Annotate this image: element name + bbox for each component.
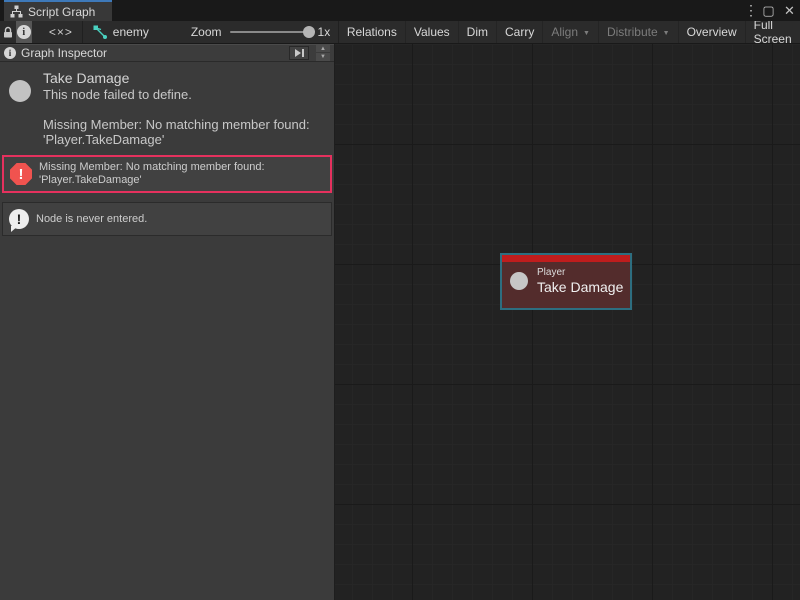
- dock-icon: [293, 48, 305, 58]
- graph-inspector-header: i Graph Inspector ▲ ▼: [0, 44, 334, 62]
- graph-toolbar: i <×> enemy Zoom 1x: [0, 21, 800, 44]
- panel-spinner: ▲ ▼: [316, 45, 330, 61]
- tab-title: Script Graph: [28, 5, 95, 19]
- tab-bar: Script Graph ⋮ ▢ ✕: [0, 0, 800, 21]
- error-message-line2: 'Player.TakeDamage': [39, 174, 265, 187]
- node-port-icon[interactable]: [510, 272, 528, 290]
- graph-name-label: enemy: [113, 25, 149, 39]
- warning-message-box: ! Node is never entered.: [2, 202, 332, 236]
- script-graph-window: Script Graph ⋮ ▢ ✕ i <×>: [0, 0, 800, 600]
- lock-button[interactable]: [0, 21, 16, 43]
- node-port-icon: [9, 80, 31, 102]
- distribute-dropdown[interactable]: Distribute ▼: [599, 21, 679, 43]
- graph-inspector-title: Graph Inspector: [21, 46, 284, 60]
- error-icon: !: [10, 163, 32, 185]
- error-message-line1: Missing Member: No matching member found…: [39, 161, 265, 174]
- graph-hierarchy-icon: [10, 5, 23, 18]
- take-damage-node[interactable]: Player Take Damage: [500, 253, 632, 310]
- dim-button[interactable]: Dim: [459, 21, 497, 43]
- spinner-up-button[interactable]: ▲: [316, 45, 330, 53]
- preview-code-button[interactable]: <×>: [40, 21, 82, 43]
- info-icon: i: [4, 47, 16, 59]
- dock-panel-button[interactable]: [289, 46, 309, 60]
- maximize-icon[interactable]: ▢: [760, 0, 777, 21]
- node-error-strip: [502, 255, 630, 262]
- graph-reference[interactable]: enemy: [83, 21, 159, 43]
- chevron-down-icon: ▼: [663, 30, 670, 37]
- code-icon: <×>: [49, 25, 73, 39]
- chevron-down-icon: ▼: [583, 30, 590, 37]
- info-icon: i: [17, 25, 31, 39]
- align-dropdown[interactable]: Align ▼: [543, 21, 599, 43]
- node-title-label: Take Damage: [537, 279, 623, 296]
- inspected-node-subtitle: This node failed to define.: [43, 87, 192, 103]
- close-icon[interactable]: ✕: [781, 0, 798, 21]
- graph-inspector-panel: i Graph Inspector ▲ ▼: [0, 44, 335, 600]
- zoom-value: 1x: [318, 25, 331, 39]
- overview-button[interactable]: Overview: [679, 21, 746, 43]
- carry-button[interactable]: Carry: [497, 21, 543, 43]
- zoom-control: Zoom 1x: [183, 21, 338, 43]
- graph-canvas[interactable]: Player Take Damage: [335, 44, 800, 600]
- tab-script-graph[interactable]: Script Graph: [4, 0, 112, 21]
- window-menu-icon[interactable]: ⋮: [744, 0, 756, 21]
- values-button[interactable]: Values: [406, 21, 459, 43]
- inspected-node-header: Take Damage This node failed to define.: [0, 62, 334, 103]
- inspected-node-title: Take Damage: [43, 70, 192, 87]
- warning-message-text: Node is never entered.: [36, 213, 147, 226]
- error-message-box: ! Missing Member: No matching member fou…: [2, 155, 332, 193]
- node-group-label: Player: [537, 266, 623, 279]
- spinner-down-button[interactable]: ▼: [316, 53, 330, 61]
- graph-node-icon: [93, 25, 108, 39]
- zoom-label: Zoom: [191, 25, 222, 39]
- toolbar-buttons: Relations Values Dim Carry Align ▼ Distr…: [338, 21, 800, 43]
- warning-icon: !: [9, 209, 29, 229]
- full-screen-button[interactable]: Full Screen: [746, 21, 800, 43]
- zoom-slider-handle[interactable]: [303, 26, 315, 38]
- zoom-slider[interactable]: [230, 31, 310, 33]
- window-controls: ⋮ ▢ ✕: [744, 0, 798, 21]
- inspector-toggle-button[interactable]: i: [16, 21, 32, 43]
- relations-button[interactable]: Relations: [339, 21, 406, 43]
- error-detail-text: Missing Member: No matching member found…: [43, 117, 324, 147]
- lock-icon: [2, 26, 14, 39]
